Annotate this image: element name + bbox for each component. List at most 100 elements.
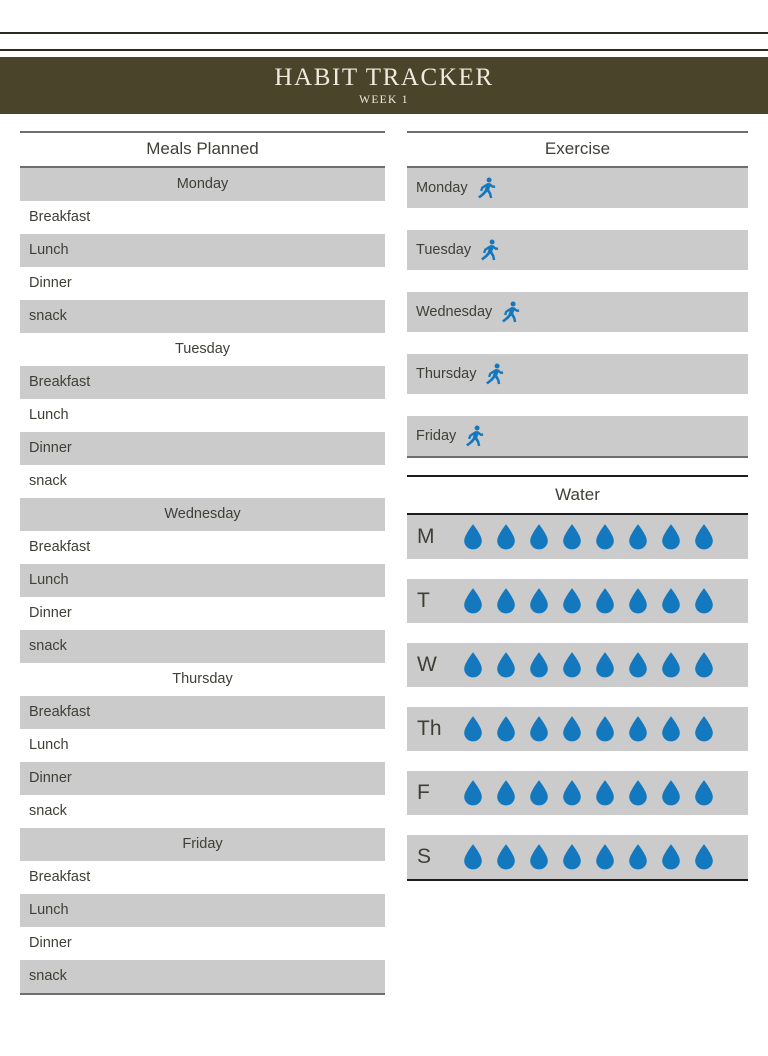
water-drop-icon[interactable] — [593, 587, 617, 615]
meals-entry-row[interactable]: snack — [20, 959, 385, 993]
water-drop-icon[interactable] — [560, 843, 584, 871]
water-drop-icon[interactable] — [527, 651, 551, 679]
meals-entry-row[interactable]: Dinner — [20, 431, 385, 465]
top-rule-lower — [0, 49, 768, 51]
meals-entry-row[interactable]: snack — [20, 299, 385, 333]
water-drop-icon[interactable] — [659, 843, 683, 871]
water-drop-icon[interactable] — [692, 843, 716, 871]
water-drop-icon[interactable] — [527, 779, 551, 807]
exercise-day-label: Thursday — [416, 365, 477, 382]
meals-entry-label: Dinner — [29, 275, 72, 292]
meals-entry-label: Lunch — [29, 407, 69, 424]
water-drop-icon[interactable] — [494, 779, 518, 807]
exercise-day-label: Friday — [416, 427, 457, 444]
exercise-list: Monday Tuesday Wednesday Thursday Friday — [407, 167, 748, 456]
water-drop-icon[interactable] — [494, 843, 518, 871]
meals-entry-row[interactable]: Dinner — [20, 267, 385, 300]
meals-entry-row[interactable]: Dinner — [20, 761, 385, 795]
water-drop-icon[interactable] — [692, 587, 716, 615]
water-drop-icon[interactable] — [659, 523, 683, 551]
water-drop-icon[interactable] — [626, 523, 650, 551]
water-day-label: T — [417, 589, 430, 613]
water-drop-icon[interactable] — [626, 651, 650, 679]
water-drop-icon[interactable] — [593, 651, 617, 679]
water-drop-icon[interactable] — [692, 523, 716, 551]
water-drop-icon[interactable] — [560, 779, 584, 807]
meals-entry-row[interactable]: Breakfast — [20, 365, 385, 399]
water-drop-icon[interactable] — [560, 587, 584, 615]
water-drop-icon[interactable] — [527, 715, 551, 743]
water-drop-icon[interactable] — [593, 843, 617, 871]
exercise-row[interactable]: Thursday — [407, 353, 748, 394]
water-drop-icon[interactable] — [560, 523, 584, 551]
meals-entry-row[interactable]: Lunch — [20, 563, 385, 597]
meals-entry-label: Breakfast — [29, 374, 91, 391]
meals-entry-row[interactable]: Lunch — [20, 233, 385, 267]
exercise-row[interactable]: Tuesday — [407, 229, 748, 270]
water-drop-icon[interactable] — [593, 715, 617, 743]
meals-day-label: Friday — [182, 836, 223, 853]
exercise-row[interactable]: Wednesday — [407, 291, 748, 332]
water-drop-icon[interactable] — [593, 523, 617, 551]
meals-entry-row[interactable]: Breakfast — [20, 695, 385, 729]
water-drop-icon[interactable] — [527, 843, 551, 871]
water-drop-icon[interactable] — [593, 779, 617, 807]
water-drop-icon[interactable] — [560, 651, 584, 679]
meals-entry-label: Lunch — [29, 572, 69, 589]
water-drop-icon[interactable] — [461, 779, 485, 807]
water-drop-icon[interactable] — [692, 715, 716, 743]
water-drop-icon[interactable] — [527, 523, 551, 551]
meals-entry-label: Dinner — [29, 935, 72, 952]
water-drop-icon[interactable] — [494, 715, 518, 743]
water-drop-icon[interactable] — [659, 779, 683, 807]
meals-entry-row[interactable]: Dinner — [20, 597, 385, 630]
water-section-title: Water — [407, 474, 748, 515]
meals-entry-row[interactable]: Breakfast — [20, 531, 385, 564]
meals-day-header: Thursday — [20, 663, 385, 696]
meals-entry-row[interactable]: snack — [20, 465, 385, 498]
meals-entry-label: Breakfast — [29, 539, 91, 556]
meals-entry-row[interactable]: snack — [20, 795, 385, 828]
meals-entry-row[interactable]: Dinner — [20, 927, 385, 960]
page-subtitle: WEEK 1 — [359, 94, 409, 107]
exercise-row[interactable]: Monday — [407, 167, 748, 208]
water-drop-icon[interactable] — [461, 523, 485, 551]
water-row: W — [407, 642, 748, 687]
water-drop-icon[interactable] — [659, 715, 683, 743]
water-drop-icon[interactable] — [461, 715, 485, 743]
water-drop-icon[interactable] — [659, 587, 683, 615]
meals-entry-label: Breakfast — [29, 209, 91, 226]
water-drop-icon[interactable] — [494, 587, 518, 615]
water-drop-icon[interactable] — [626, 779, 650, 807]
meals-section-title: Meals Planned — [20, 131, 385, 168]
water-day-label: F — [417, 781, 430, 805]
right-column: Exercise Monday Tuesday Wednesday Thursday F… — [407, 131, 748, 881]
meals-entry-row[interactable]: Breakfast — [20, 861, 385, 894]
water-drop-icon[interactable] — [626, 587, 650, 615]
meals-entry-label: Lunch — [29, 902, 69, 919]
water-drop-icon[interactable] — [692, 779, 716, 807]
meals-entry-row[interactable]: snack — [20, 629, 385, 663]
meals-day-header: Friday — [20, 827, 385, 861]
water-drop-icon[interactable] — [527, 587, 551, 615]
water-drop-group — [461, 651, 716, 679]
water-bottom-rule — [407, 878, 748, 881]
water-drop-group — [461, 779, 716, 807]
water-day-label: S — [417, 845, 432, 869]
water-drop-icon[interactable] — [659, 651, 683, 679]
water-drop-icon[interactable] — [461, 587, 485, 615]
water-drop-icon[interactable] — [461, 651, 485, 679]
water-drop-icon[interactable] — [626, 843, 650, 871]
water-drop-icon[interactable] — [692, 651, 716, 679]
meals-entry-row[interactable]: Lunch — [20, 893, 385, 927]
water-drop-icon[interactable] — [461, 843, 485, 871]
meals-entry-row[interactable]: Lunch — [20, 399, 385, 432]
water-drop-icon[interactable] — [494, 651, 518, 679]
water-drop-icon[interactable] — [626, 715, 650, 743]
water-drop-icon[interactable] — [560, 715, 584, 743]
meals-entry-label: Dinner — [29, 770, 72, 787]
meals-entry-row[interactable]: Lunch — [20, 729, 385, 762]
water-drop-icon[interactable] — [494, 523, 518, 551]
exercise-row[interactable]: Friday — [407, 415, 748, 456]
meals-entry-row[interactable]: Breakfast — [20, 201, 385, 234]
